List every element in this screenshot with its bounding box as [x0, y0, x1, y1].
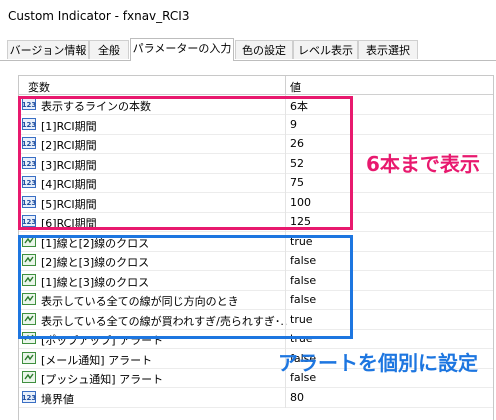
parameter-value[interactable]: 80	[290, 391, 304, 404]
tab-levels[interactable]: レベル表示	[293, 40, 358, 59]
tab-version[interactable]: バージョン情報	[7, 40, 89, 59]
tab-visualization[interactable]: 表示選択	[358, 40, 418, 59]
parameter-name: [メール通知] アラート	[41, 353, 153, 367]
tab-parameters[interactable]: パラメーターの入力	[130, 38, 234, 61]
tab-label: レベル表示	[298, 44, 353, 57]
highlight-box-alerts	[18, 235, 353, 339]
column-divider	[285, 387, 286, 408]
header-divider[interactable]	[285, 76, 286, 94]
header-value[interactable]: 値	[290, 79, 301, 95]
header-variable[interactable]: 変数	[28, 79, 50, 95]
parameter-name: 境界値	[41, 392, 74, 406]
highlight-box-periods	[18, 96, 353, 230]
tab-general[interactable]: 全般	[89, 40, 129, 59]
annotation-individual-alerts: アラートを個別に設定	[278, 351, 478, 375]
boolean-type-icon	[22, 351, 36, 364]
tab-label: パラメーターの入力	[132, 42, 232, 55]
boolean-type-icon	[22, 371, 36, 383]
tab-label: バージョン情報	[9, 44, 87, 57]
annotation-six-lines: 6本まで表示	[366, 152, 480, 176]
svg-text:123: 123	[22, 394, 36, 402]
window-title: Custom Indicator - fxnav_RCI3	[8, 9, 190, 23]
table-header: 変数 値	[19, 76, 493, 95]
tab-strip: バージョン情報 全般 パラメーターの入力 色の設定 レベル表示 表示選択	[0, 38, 496, 61]
tab-colors[interactable]: 色の設定	[235, 40, 293, 59]
tab-label: 全般	[98, 44, 120, 57]
tab-label: 表示選択	[366, 44, 410, 57]
table-row[interactable]: 123 境界値 80	[19, 387, 493, 408]
tab-label: 色の設定	[242, 44, 286, 57]
title-bar: Custom Indicator - fxnav_RCI3	[0, 0, 496, 32]
integer-type-icon: 123	[22, 390, 36, 403]
parameter-name: [プッシュ通知] アラート	[41, 373, 164, 386]
